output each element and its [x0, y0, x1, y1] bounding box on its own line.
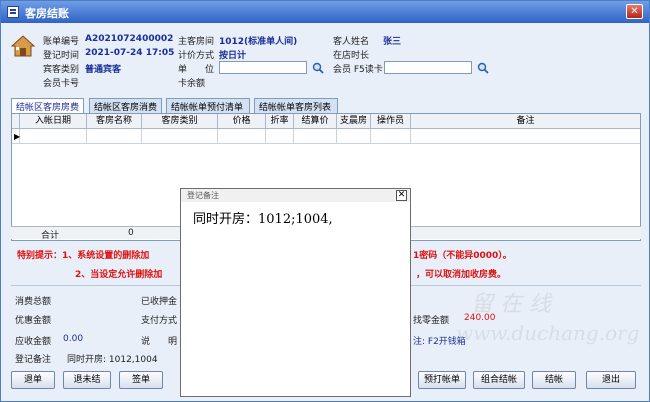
- remark-value: 同时开房: 1012,1004: [67, 355, 158, 365]
- main-room-label: 主客房间: [178, 37, 215, 47]
- checkout-window: 客房结账 ✕ 账单编号 A2021072400002 登记时间 2021-07-…: [0, 0, 650, 402]
- stay-duration-label: 在店时长: [333, 51, 370, 61]
- main-room-value: 1012(标准单人间): [219, 37, 298, 47]
- column-header[interactable]: 客房名称: [87, 114, 142, 129]
- unit-label: 单 位: [178, 65, 215, 75]
- tab-room-list[interactable]: 结帐帐单客房列表: [254, 98, 338, 113]
- guest-type-value: 普通宾客: [85, 65, 122, 75]
- combined-checkout-button[interactable]: 组合结帐: [473, 371, 525, 389]
- close-button[interactable]: ✕: [626, 4, 643, 19]
- unit-input[interactable]: [219, 61, 307, 74]
- refund-button[interactable]: 退单: [11, 371, 55, 389]
- guest-name-value: 张三: [383, 37, 402, 47]
- remark-popup: 登记备注 ✕ 同时开房：1012;1004,: [180, 188, 411, 397]
- due-value: 0.00: [63, 334, 84, 344]
- total-label: 合计: [41, 231, 60, 241]
- refund-unsettled-button[interactable]: 退未结: [63, 371, 111, 389]
- warning-line-1-end: 1密码（不能异0000）。: [413, 251, 512, 261]
- member-card-input[interactable]: [384, 61, 472, 74]
- grid-corner: [12, 114, 20, 129]
- notes-label: 说 明: [141, 337, 178, 347]
- column-header[interactable]: 操作员: [371, 114, 411, 129]
- account-no-value: A2021072400002: [85, 34, 174, 44]
- member-f5-label: 会员 F5读卡: [333, 65, 383, 75]
- due-label: 应收金额: [15, 337, 52, 347]
- watermark-en: www.duchang.org: [456, 321, 640, 345]
- column-header[interactable]: 价格: [218, 114, 266, 129]
- exit-button[interactable]: 退出: [586, 371, 636, 389]
- discount-label: 优惠金额: [15, 316, 52, 326]
- checkout-button[interactable]: 结帐: [532, 371, 576, 389]
- deposit-label: 已收押金: [141, 297, 178, 307]
- table-cell[interactable]: [142, 129, 218, 144]
- column-header[interactable]: 支晨房: [337, 114, 371, 129]
- search-icon[interactable]: [477, 62, 489, 74]
- popup-close-button[interactable]: ✕: [396, 190, 407, 201]
- popup-title: 登记备注: [187, 191, 219, 200]
- column-header[interactable]: 折率: [266, 114, 294, 129]
- table-cell[interactable]: [218, 129, 266, 144]
- guest-name-label: 客人姓名: [333, 37, 370, 47]
- watermark-cn: 留 在 线: [471, 292, 551, 317]
- pay-method-label: 支付方式: [141, 316, 178, 326]
- sign-bill-button[interactable]: 签单: [119, 371, 163, 389]
- remark-label: 登记备注: [15, 355, 52, 365]
- pricing-label: 计价方式: [178, 51, 215, 61]
- title-bar: 客房结账 ✕: [1, 1, 649, 23]
- table-cell[interactable]: [337, 129, 371, 144]
- grid-header: 入帐日期 客房名称 客房类别 价格 折率 结算价 支晨房 操作员 备注: [12, 114, 640, 129]
- column-header[interactable]: 入帐日期: [20, 114, 87, 129]
- reg-time-label: 登记时间: [43, 51, 80, 61]
- card-balance-label: 卡余额: [178, 79, 206, 89]
- house-icon: [11, 35, 35, 57]
- popup-header: 登记备注 ✕: [181, 189, 410, 202]
- search-icon[interactable]: [312, 62, 324, 74]
- table-cell[interactable]: [87, 129, 142, 144]
- preprint-bill-button[interactable]: 预打帐单: [418, 371, 466, 389]
- table-cell[interactable]: [371, 129, 411, 144]
- window-title: 客房结账: [25, 7, 69, 20]
- warning-line-2-end: ，可以取消加收房费。: [416, 270, 507, 280]
- table-cell[interactable]: [266, 129, 294, 144]
- table-cell[interactable]: [294, 129, 337, 144]
- popup-remark-text: 同时开房：1012;1004,: [193, 212, 333, 227]
- row-selector-icon: ▶: [14, 132, 21, 141]
- tab-room-fee[interactable]: 结帐区客房房费: [11, 98, 84, 114]
- reg-time-value: 2021-07-24 17:05: [85, 48, 175, 58]
- total-value: 0: [128, 228, 134, 238]
- change-label: 找零金额: [413, 316, 450, 326]
- member-card-label: 会员卡号: [43, 79, 80, 89]
- column-header[interactable]: 结算价: [294, 114, 337, 129]
- column-header[interactable]: 备注: [411, 114, 640, 129]
- tab-room-consumption[interactable]: 结帐区客房消费: [89, 98, 162, 113]
- table-row[interactable]: [12, 129, 640, 144]
- window-icon: [7, 6, 19, 18]
- column-header[interactable]: 客房类别: [142, 114, 218, 129]
- account-no-label: 账单编号: [43, 37, 80, 47]
- tab-prepay-list[interactable]: 结帐帐单预付清单: [166, 98, 250, 113]
- table-cell[interactable]: [20, 129, 87, 144]
- warning-line-2-start: 2、当设定允许删除加: [75, 270, 163, 280]
- guest-type-label: 宾客类别: [43, 65, 80, 75]
- pricing-value: 按日计: [219, 51, 247, 61]
- consumption-label: 消费总额: [15, 297, 52, 307]
- warning-line-1-start: 特别提示：1、系统设置的删除加: [17, 251, 150, 261]
